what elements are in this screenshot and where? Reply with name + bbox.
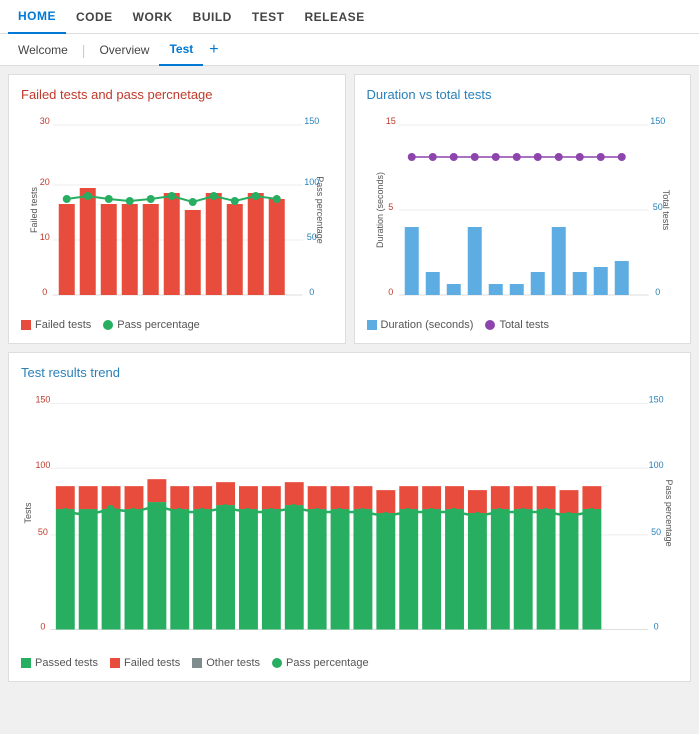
failed-tests-title: Failed tests and pass percnetage	[21, 87, 333, 102]
duration-card: Duration vs total tests 15 5 0 150 50 0 …	[354, 74, 692, 344]
nav-work[interactable]: WORK	[123, 0, 183, 34]
svg-text:0: 0	[388, 287, 393, 297]
svg-text:0: 0	[654, 621, 659, 631]
main-content: Failed tests and pass percnetage 30 20 1…	[0, 66, 699, 690]
svg-text:30: 30	[40, 116, 50, 126]
svg-text:Pass percentage: Pass percentage	[315, 176, 325, 244]
nav-home[interactable]: HOME	[8, 0, 66, 34]
svg-text:5: 5	[388, 202, 393, 212]
svg-text:Failed tests: Failed tests	[29, 186, 39, 233]
nav-release[interactable]: RELEASE	[295, 0, 375, 34]
subnav-separator: |	[78, 42, 90, 58]
legend-failed-trend: Failed tests	[110, 657, 180, 669]
svg-text:0: 0	[40, 621, 45, 631]
nav-test[interactable]: TEST	[242, 0, 295, 34]
legend-duration: Duration (seconds)	[367, 319, 474, 331]
trend-legend: Passed tests Failed tests Other tests Pa…	[21, 657, 678, 669]
subnav-welcome[interactable]: Welcome	[8, 34, 78, 66]
svg-text:50: 50	[651, 527, 661, 537]
nav-code[interactable]: CODE	[66, 0, 123, 34]
svg-text:Duration (seconds): Duration (seconds)	[374, 172, 384, 248]
legend-pass-pct: Pass percentage	[103, 319, 200, 331]
pass-pct-legend-icon	[103, 320, 113, 330]
trend-title: Test results trend	[21, 365, 678, 380]
duration-title: Duration vs total tests	[367, 87, 679, 102]
svg-text:Pass percentage: Pass percentage	[664, 479, 674, 546]
trend-card: Test results trend 150 100 50 0 150 100 …	[8, 352, 691, 682]
legend-failed: Failed tests	[21, 319, 91, 331]
svg-text:150: 150	[35, 395, 50, 405]
failed-tests-card: Failed tests and pass percnetage 30 20 1…	[8, 74, 346, 344]
subnav-add-button[interactable]: +	[203, 41, 224, 59]
svg-text:0: 0	[655, 287, 660, 297]
sub-nav: Welcome | Overview Test +	[0, 34, 699, 66]
svg-text:0: 0	[309, 287, 314, 297]
svg-text:10: 10	[40, 232, 50, 242]
svg-text:150: 150	[650, 116, 665, 126]
duration-legend: Duration (seconds) Total tests	[367, 319, 679, 331]
subnav-overview[interactable]: Overview	[89, 34, 159, 66]
total-tests-legend-icon	[485, 320, 495, 330]
subnav-test[interactable]: Test	[159, 34, 203, 66]
nav-build[interactable]: BUILD	[183, 0, 242, 34]
legend-passed: Passed tests	[21, 657, 98, 669]
svg-text:0: 0	[42, 287, 47, 297]
svg-text:20: 20	[40, 177, 50, 187]
pass-pct-trend-legend-label: Pass percentage	[286, 657, 369, 669]
pass-pct-trend-legend-icon	[272, 658, 282, 668]
svg-text:150: 150	[304, 116, 319, 126]
other-legend-label: Other tests	[206, 657, 260, 669]
failed-tests-chart-area: 30 20 10 0 150 100 50 0 Failed tests Pas…	[21, 110, 333, 313]
other-legend-icon	[192, 658, 202, 668]
legend-pass-pct-trend: Pass percentage	[272, 657, 369, 669]
trend-chart-area: 150 100 50 0 150 100 50 0 Tests Pass per…	[21, 388, 678, 651]
failed-trend-legend-icon	[110, 658, 120, 668]
svg-text:150: 150	[649, 395, 664, 405]
svg-text:Tests: Tests	[23, 502, 33, 523]
passed-legend-icon	[21, 658, 31, 668]
svg-text:100: 100	[35, 460, 50, 470]
duration-chart-area: 15 5 0 150 50 0 Duration (seconds) Total…	[367, 110, 679, 313]
duration-legend-icon	[367, 320, 377, 330]
pass-pct-legend-label: Pass percentage	[117, 319, 200, 331]
legend-total-tests: Total tests	[485, 319, 549, 331]
svg-text:Total tests: Total tests	[660, 190, 670, 231]
legend-other: Other tests	[192, 657, 260, 669]
failed-legend-icon	[21, 320, 31, 330]
failed-legend-label: Failed tests	[35, 319, 91, 331]
charts-top-row: Failed tests and pass percnetage 30 20 1…	[8, 74, 691, 344]
top-nav: HOME CODE WORK BUILD TEST RELEASE	[0, 0, 699, 34]
total-tests-legend-label: Total tests	[499, 319, 549, 331]
failed-trend-legend-label: Failed tests	[124, 657, 180, 669]
failed-tests-legend: Failed tests Pass percentage	[21, 319, 333, 331]
svg-text:50: 50	[38, 527, 48, 537]
svg-text:15: 15	[385, 116, 395, 126]
duration-legend-label: Duration (seconds)	[381, 319, 474, 331]
svg-text:100: 100	[649, 460, 664, 470]
passed-legend-label: Passed tests	[35, 657, 98, 669]
